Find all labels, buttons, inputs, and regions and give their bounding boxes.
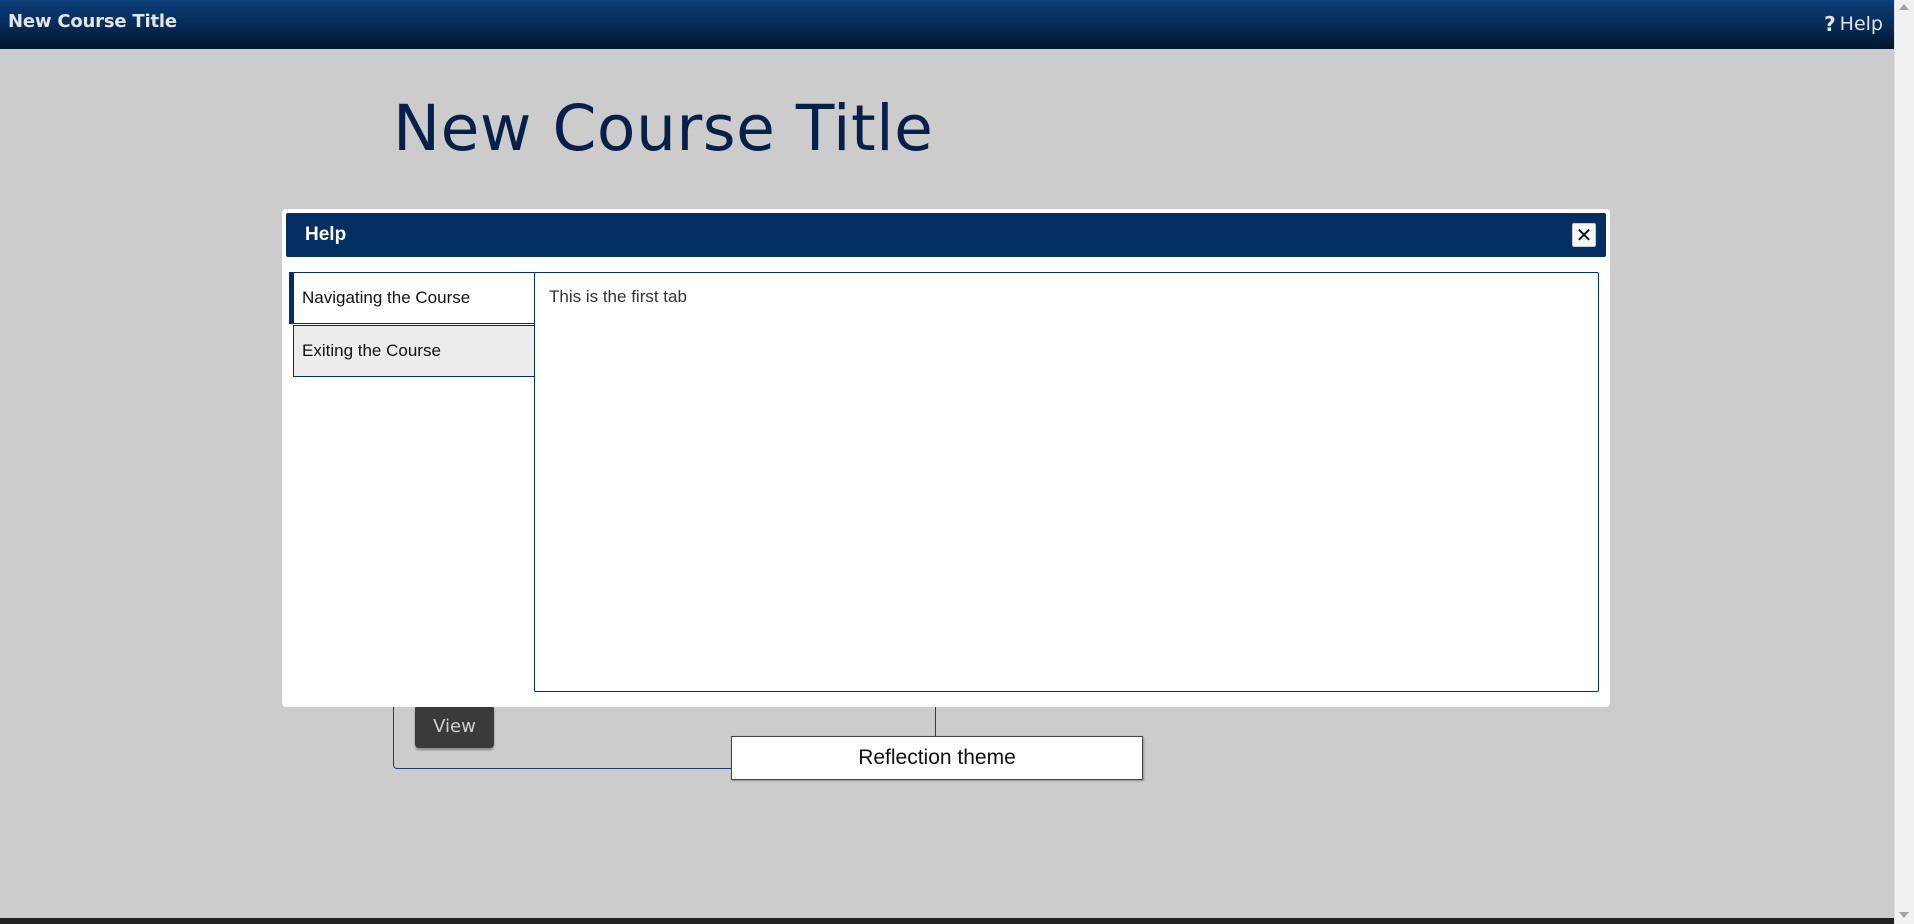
- tab-label: Navigating the Course: [302, 288, 471, 307]
- scroll-up-icon[interactable]: [1899, 4, 1909, 10]
- tab-navigating-the-course[interactable]: Navigating the Course: [289, 272, 535, 324]
- dialog-title: Help: [305, 224, 347, 245]
- question-mark-icon: ?: [1824, 12, 1836, 36]
- tab-panel-text: This is the first tab: [549, 287, 687, 306]
- tab-panel: This is the first tab: [534, 272, 1599, 692]
- vertical-scrollbar[interactable]: [1894, 0, 1914, 924]
- bottom-bar: [0, 918, 1895, 924]
- help-link[interactable]: ? Help: [1824, 12, 1883, 36]
- view-button[interactable]: View: [415, 705, 494, 748]
- reflection-theme-label[interactable]: Reflection theme: [731, 736, 1143, 780]
- page-title: New Course Title: [393, 92, 934, 165]
- help-label: Help: [1839, 13, 1883, 35]
- course-title: New Course Title: [8, 11, 177, 32]
- top-navbar: New Course Title ? Help: [0, 0, 1895, 49]
- tab-exiting-the-course[interactable]: Exiting the Course: [293, 325, 535, 377]
- tab-label: Exiting the Course: [302, 341, 441, 360]
- close-icon[interactable]: ✕: [1572, 223, 1596, 247]
- dialog-header: Help ✕: [286, 213, 1606, 257]
- scroll-down-icon[interactable]: [1899, 912, 1909, 918]
- help-dialog: Help ✕ Navigating the Course Exiting the…: [282, 209, 1610, 707]
